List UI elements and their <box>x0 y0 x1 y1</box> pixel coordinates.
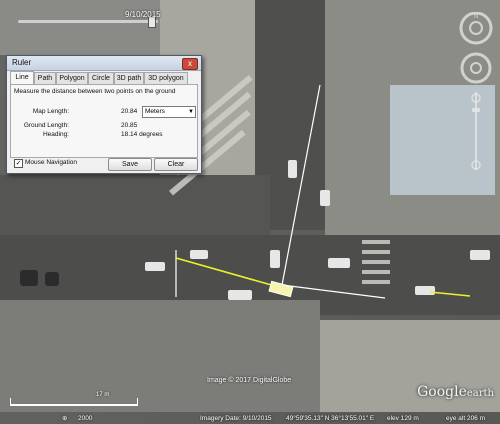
navigation-controls: N <box>456 11 496 182</box>
logo-sub: earth <box>466 388 494 399</box>
map-length-label: Map Length: <box>32 108 69 115</box>
ground-length-value: 20.85 <box>121 122 138 129</box>
north-indicator-icon: N <box>474 14 478 20</box>
status-bar: ⊕ 2000 Imagery Date: 9/10/2015 49°59'35.… <box>0 412 500 424</box>
mouse-navigation-label: Mouse Navigation <box>25 159 78 166</box>
zoom-slider-thumb <box>472 108 480 112</box>
ruler-description: Measure the distance between two points … <box>14 88 176 95</box>
tab-circle[interactable]: Circle <box>88 72 114 84</box>
timeline-track[interactable] <box>18 20 158 23</box>
mouse-navigation-checkbox[interactable]: ✓ <box>14 159 23 168</box>
eye-altitude: eye alt 206 m <box>446 415 486 422</box>
ruler-title: Ruler <box>12 58 32 67</box>
scale-bar <box>10 404 138 406</box>
ruler-line-panel: Measure the distance between two points … <box>10 84 198 158</box>
imagery-copyright: Image © 2017 DigitalGlobe <box>207 377 292 384</box>
measure-guide-line <box>281 84 321 286</box>
chevron-down-icon: ▼ <box>188 109 194 115</box>
close-button[interactable]: x <box>182 58 198 70</box>
clear-button[interactable]: Clear <box>154 158 198 171</box>
google-earth-logo: Googleearth <box>417 384 494 400</box>
scale-tick <box>10 398 11 406</box>
save-button[interactable]: Save <box>108 158 152 171</box>
heading-value: 18.14 degrees <box>121 131 163 138</box>
tour-guide-icon[interactable]: ⊕ <box>62 414 67 422</box>
unit-select[interactable]: Meters ▼ <box>142 106 196 118</box>
tab-3d-path[interactable]: 3D path <box>114 72 144 84</box>
tab-polygon[interactable]: Polygon <box>56 72 88 84</box>
ruler-footer: ✓ Mouse Navigation Save Clear <box>10 157 198 171</box>
tab-3d-polygon[interactable]: 3D polygon <box>144 72 188 84</box>
heading-label: Heading: <box>42 131 69 138</box>
move-joystick-center <box>470 62 482 74</box>
historical-imagery-slider[interactable]: 9/10/2015 <box>0 8 220 28</box>
measure-line <box>429 291 471 297</box>
ruler-titlebar[interactable]: Ruler x <box>7 56 201 71</box>
unit-select-value: Meters <box>145 108 165 115</box>
map-length-value: 20.84 <box>121 108 138 115</box>
imagery-date: Imagery Date: 9/10/2015 <box>200 415 272 422</box>
measure-guide-line <box>281 284 386 299</box>
ruler-dialog: Ruler x Line Path Polygon Circle 3D path… <box>6 55 202 174</box>
look-joystick-center <box>469 21 483 35</box>
measure-endpoint <box>268 280 294 298</box>
ground-length-label: Ground Length: <box>23 122 69 129</box>
measure-line <box>175 257 283 289</box>
tab-line[interactable]: Line <box>10 71 34 85</box>
tour-year[interactable]: 2000 <box>78 415 92 422</box>
elevation: elev 129 m <box>387 415 419 422</box>
scale-legend: 17 m <box>10 392 140 408</box>
timeline-date: 9/10/2015 <box>125 10 161 19</box>
scale-label: 17 m <box>96 392 110 398</box>
scale-tick <box>137 398 138 406</box>
tab-path[interactable]: Path <box>34 72 56 84</box>
logo-main: Google <box>417 384 467 400</box>
move-joystick-ring <box>460 52 492 84</box>
coordinates: 49°59'35.13" N 36°13'55.01" E <box>286 415 375 422</box>
nav-controls-graphic: N <box>459 11 493 170</box>
